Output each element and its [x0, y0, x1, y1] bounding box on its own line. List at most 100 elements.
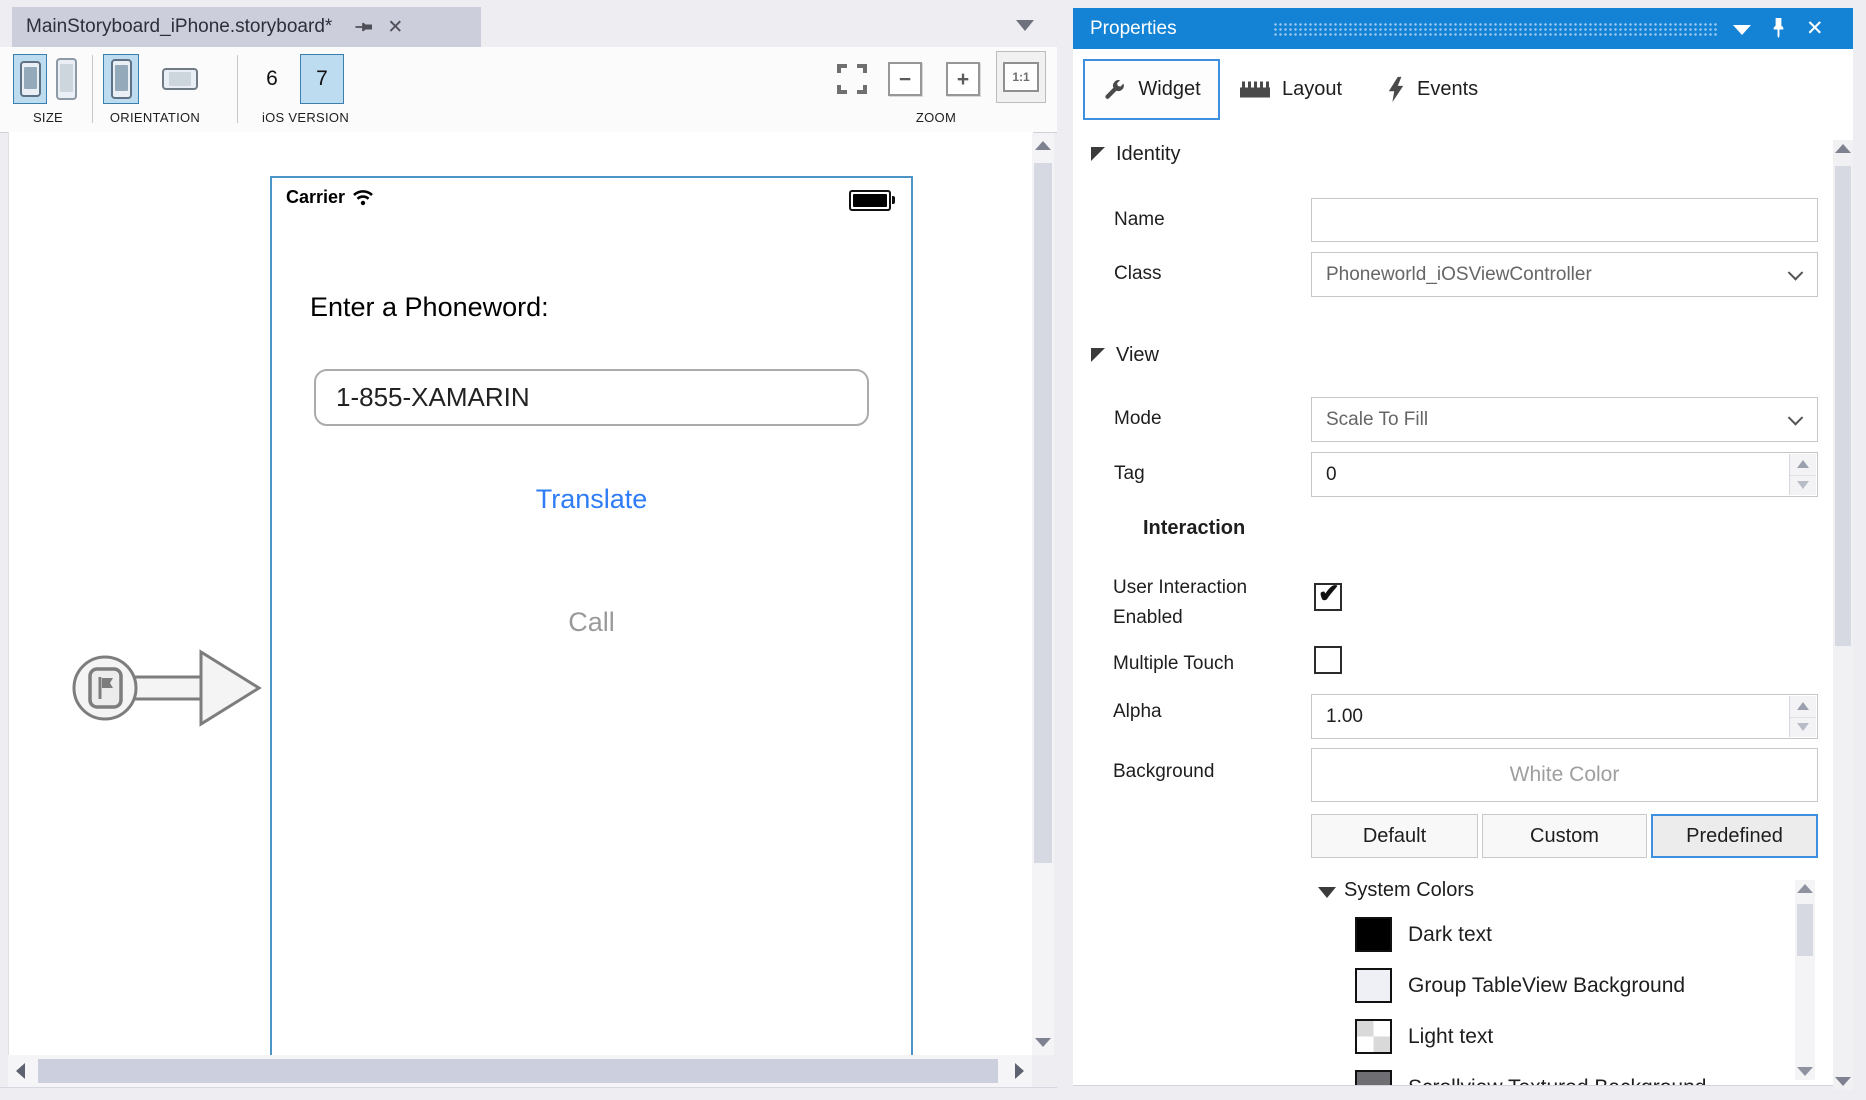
initial-view-controller-arrow[interactable]: [61, 644, 271, 736]
class-value: Phoneworld_iOSViewController: [1312, 264, 1592, 286]
spin-down-icon[interactable]: [1790, 717, 1816, 738]
phoneword-label[interactable]: Enter a Phoneword:: [310, 292, 549, 323]
alpha-label: Alpha: [1113, 701, 1162, 723]
view-controller-surface[interactable]: Carrier Enter a Phoneword: Translate Cal…: [270, 176, 913, 1055]
editor-bottom-strip: [0, 1087, 1057, 1100]
view-expander-icon[interactable]: [1091, 348, 1105, 362]
zoom-out-icon: −: [888, 62, 922, 96]
tab-layout-label: Layout: [1282, 78, 1342, 101]
tab-widget-label: Widget: [1138, 78, 1200, 101]
mode-combobox[interactable]: Scale To Fill: [1311, 397, 1818, 442]
wrench-icon: [1102, 78, 1126, 102]
ios-version-7-button[interactable]: 7: [301, 55, 343, 103]
chevron-down-icon: [1788, 265, 1804, 281]
call-button[interactable]: Call: [272, 607, 911, 638]
alpha-input[interactable]: [1312, 695, 1782, 738]
spin-down-icon[interactable]: [1790, 475, 1816, 496]
tag-input[interactable]: [1312, 453, 1782, 496]
zoom-fit-button[interactable]: [833, 55, 871, 103]
color-label: Light text: [1408, 1025, 1493, 1049]
battery-icon: [849, 190, 891, 211]
translate-button[interactable]: Translate: [272, 484, 911, 515]
scroll-left-icon[interactable]: [16, 1063, 25, 1079]
app-window: MainStoryboard_iPhone.storyboard* ✕ SIZE…: [0, 0, 1866, 1100]
interaction-header: Interaction: [1143, 517, 1245, 540]
tag-spinner[interactable]: [1311, 452, 1818, 497]
close-icon[interactable]: ✕: [1806, 16, 1824, 41]
scroll-up-icon[interactable]: [1035, 141, 1051, 150]
identity-expander-icon[interactable]: [1091, 147, 1105, 161]
tab-events[interactable]: Events: [1387, 59, 1478, 120]
color-label: Dark text: [1408, 923, 1492, 947]
zoom-in-icon: +: [946, 62, 980, 96]
one-to-one-icon: 1:1: [996, 51, 1046, 103]
tab-events-label: Events: [1417, 78, 1478, 101]
zoom-out-button[interactable]: −: [888, 55, 922, 103]
properties-title-bar[interactable]: Properties ✕: [1073, 8, 1853, 49]
toolbar-separator: [92, 55, 93, 123]
name-input[interactable]: [1311, 198, 1818, 242]
background-mode-predefined-button[interactable]: Predefined: [1651, 814, 1818, 858]
class-combobox[interactable]: Phoneworld_iOSViewController: [1311, 252, 1818, 297]
custom-label: Custom: [1530, 825, 1599, 848]
color-swatch: [1355, 968, 1392, 1003]
background-mode-default-button[interactable]: Default: [1311, 814, 1478, 858]
ios-version-7-label: 7: [316, 67, 328, 91]
colors-scrollbar[interactable]: [1795, 880, 1815, 1080]
multiple-touch-checkbox[interactable]: [1314, 646, 1342, 674]
scroll-right-icon[interactable]: [1015, 1063, 1024, 1079]
document-tab-title: MainStoryboard_iPhone.storyboard*: [12, 16, 332, 38]
close-icon[interactable]: ✕: [382, 14, 408, 40]
colors-scrollbar-thumb[interactable]: [1797, 904, 1813, 956]
properties-scrollbar-thumb[interactable]: [1835, 166, 1851, 646]
system-colors-header[interactable]: System Colors: [1344, 879, 1474, 902]
scroll-down-icon[interactable]: [1035, 1038, 1051, 1047]
orientation-portrait-button[interactable]: [104, 55, 138, 103]
size-small-button[interactable]: [14, 55, 46, 103]
phone-landscape-icon: [162, 68, 198, 90]
editor-vertical-scrollbar[interactable]: [1032, 133, 1054, 1055]
zoom-label: ZOOM: [880, 110, 992, 125]
alpha-spin-buttons[interactable]: [1789, 696, 1816, 737]
tab-layout[interactable]: Layout: [1240, 59, 1342, 120]
wifi-icon: [352, 189, 374, 206]
carrier-label: Carrier: [286, 187, 345, 208]
size-tall-button[interactable]: [50, 55, 82, 103]
system-colors-expander-icon[interactable]: [1318, 887, 1336, 898]
scroll-down-icon[interactable]: [1797, 1067, 1813, 1076]
ios-version-6-button[interactable]: 6: [255, 55, 289, 103]
alpha-spinner[interactable]: [1311, 694, 1818, 739]
spin-up-icon[interactable]: [1790, 454, 1816, 476]
scroll-up-icon[interactable]: [1835, 144, 1851, 153]
phone-tall-icon: [56, 58, 77, 100]
editor-horizontal-scrollbar[interactable]: [8, 1055, 1032, 1087]
zoom-in-button[interactable]: +: [946, 55, 980, 103]
background-mode-custom-button[interactable]: Custom: [1482, 814, 1647, 858]
user-interaction-checkbox[interactable]: ✔: [1314, 583, 1342, 611]
scroll-up-icon[interactable]: [1797, 884, 1813, 893]
orientation-landscape-button[interactable]: [156, 55, 204, 103]
document-tab[interactable]: MainStoryboard_iPhone.storyboard* ✕: [12, 7, 481, 47]
editor-vertical-scrollbar-thumb[interactable]: [1034, 163, 1052, 863]
tag-spin-buttons[interactable]: [1789, 454, 1816, 495]
background-color-button[interactable]: White Color: [1311, 748, 1818, 802]
pin-icon[interactable]: [350, 14, 376, 40]
document-list-dropdown-icon[interactable]: [1016, 20, 1034, 31]
editor-horizontal-scrollbar-thumb[interactable]: [38, 1059, 998, 1083]
identity-header[interactable]: Identity: [1116, 143, 1180, 166]
mode-label: Mode: [1114, 408, 1162, 430]
tab-widget[interactable]: Widget: [1083, 59, 1220, 120]
view-header[interactable]: View: [1116, 344, 1159, 367]
zoom-actual-size-button[interactable]: 1:1: [996, 53, 1046, 101]
phoneword-input[interactable]: [314, 369, 869, 426]
designer-toolbar: SIZE ORIENTATION 6 7 iOS VERSION −: [0, 47, 1057, 133]
size-label: SIZE: [14, 110, 82, 125]
panel-bottom-strip: [1073, 1085, 1853, 1100]
design-canvas[interactable]: Carrier Enter a Phoneword: Translate Cal…: [8, 132, 1033, 1055]
spin-up-icon[interactable]: [1790, 696, 1816, 718]
scroll-down-icon[interactable]: [1835, 1077, 1851, 1086]
window-position-dropdown-icon[interactable]: [1733, 25, 1751, 35]
ruler-icon: [1240, 81, 1270, 98]
properties-scrollbar[interactable]: [1833, 140, 1853, 1090]
auto-hide-pin-icon[interactable]: [1770, 17, 1787, 45]
